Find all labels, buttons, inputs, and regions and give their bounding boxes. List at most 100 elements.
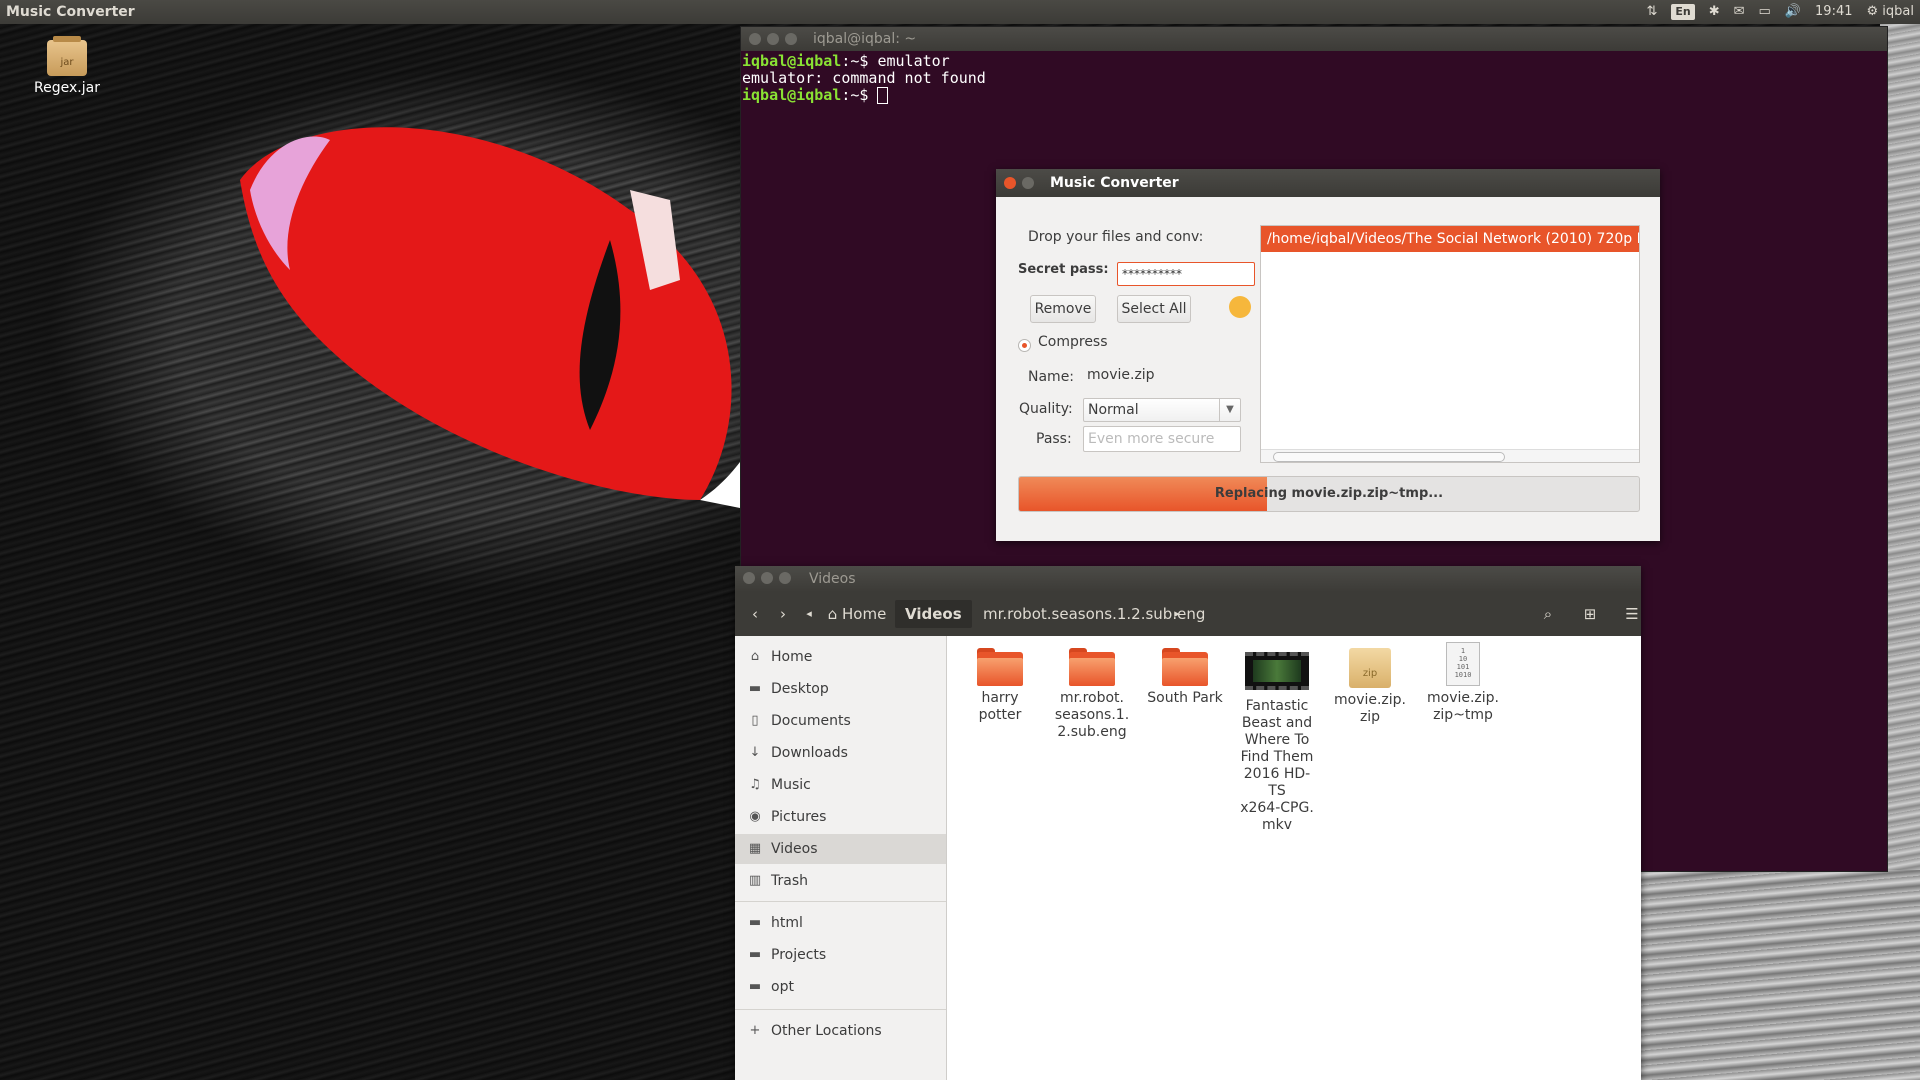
path-right-icon[interactable]: ▸ <box>1167 600 1187 628</box>
files-titlebar[interactable]: Videos <box>735 566 1641 592</box>
sidebar-item-trash[interactable]: ▥ Trash <box>735 866 946 896</box>
quality-label: Quality: <box>1019 401 1073 417</box>
secret-pass-label: Secret pass: <box>1018 262 1109 277</box>
file-item-fantastic-beast[interactable]: Fantastic Beast and Where To Find Them 2… <box>1236 636 1318 834</box>
trash-icon: ▥ <box>748 873 762 888</box>
breadcrumb-home[interactable]: ⌂ Home <box>821 600 893 628</box>
progress-label: Replacing movie.zip.zip~tmp... <box>1214 486 1444 501</box>
file-item-movie-zip-zip[interactable]: zip movie.zip. zip <box>1329 636 1411 726</box>
pass-label: Pass: <box>1036 431 1072 447</box>
pass-input[interactable]: Even more secure <box>1083 426 1241 452</box>
close-button[interactable] <box>749 33 761 45</box>
folder-icon: ▬ <box>748 681 762 696</box>
file-item-label: Fantastic Beast and Where To Find Them 2… <box>1240 698 1314 833</box>
folder-icon: ▬ <box>748 947 762 962</box>
grid-view-icon[interactable]: ⊞ <box>1575 600 1605 628</box>
files-window[interactable]: Videos ‹ › ◂ ⌂ Home Videos mr.robot.seas… <box>735 566 1641 1080</box>
terminal-cursor <box>877 87 889 104</box>
minimize-button[interactable] <box>767 33 779 45</box>
text-file-icon: 1 10 101 1010 <box>1446 642 1480 686</box>
close-button[interactable] <box>1004 177 1016 189</box>
camera-icon: ◉ <box>749 809 761 824</box>
list-item[interactable]: /home/iqbal/Videos/The Social Network (2… <box>1261 226 1639 252</box>
chevron-down-icon[interactable]: ▼ <box>1219 399 1240 421</box>
sidebar-item-music[interactable]: ♫ Music <box>735 770 946 800</box>
file-item-mr-robot[interactable]: mr.robot. seasons.1. 2.sub.eng <box>1051 636 1133 741</box>
terminal-output[interactable]: iqbal@iqbal:~$ emulator emulator: comman… <box>741 51 1887 106</box>
document-icon: ▯ <box>751 713 759 728</box>
back-icon[interactable]: ‹ <box>741 600 769 628</box>
terminal-title: iqbal@iqbal: ~ <box>813 31 917 47</box>
terminal-titlebar[interactable]: iqbal@iqbal: ~ <box>741 27 1887 51</box>
maximize-button[interactable] <box>779 572 791 584</box>
mail-icon[interactable]: ✉ <box>1734 0 1745 24</box>
folder-icon <box>977 648 1023 686</box>
zip-archive-icon: zip <box>1349 648 1391 688</box>
converter-title: Music Converter <box>1050 175 1179 191</box>
terminal-line: iqbal@iqbal:~$ <box>742 87 1886 104</box>
file-item-label: South Park <box>1147 690 1223 706</box>
name-value[interactable]: movie.zip <box>1087 367 1155 383</box>
breadcrumb-videos[interactable]: Videos <box>895 600 972 628</box>
jar-file-icon: jar <box>47 36 87 76</box>
file-item-south-park[interactable]: South Park <box>1144 636 1226 707</box>
scrollbar-thumb[interactable] <box>1273 452 1505 462</box>
horizontal-scrollbar[interactable] <box>1261 449 1639 462</box>
sidebar-item-videos[interactable]: ▦ Videos <box>735 834 946 864</box>
forward-icon[interactable]: › <box>769 600 797 628</box>
video-thumbnail-icon <box>1245 652 1309 690</box>
remove-button[interactable]: Remove <box>1030 295 1096 323</box>
minimize-button[interactable] <box>1022 177 1034 189</box>
close-button[interactable] <box>743 572 755 584</box>
sidebar-item-opt[interactable]: ▬ opt <box>735 972 946 1002</box>
file-item-movie-zip-zip-tmp[interactable]: 1 10 101 1010 movie.zip. zip~tmp <box>1422 636 1504 724</box>
compress-radio[interactable] <box>1018 339 1031 352</box>
sidebar-item-home[interactable]: ⌂ Home <box>735 642 946 672</box>
network-icon[interactable]: ⇅ <box>1646 0 1657 24</box>
secret-pass-input[interactable]: ********** <box>1117 262 1255 286</box>
plus-icon: + <box>749 1023 761 1038</box>
keyboard-layout-indicator[interactable]: En <box>1671 4 1695 20</box>
quality-select[interactable]: Normal ▼ <box>1083 398 1241 422</box>
sidebar-item-pictures[interactable]: ◉ Pictures <box>735 802 946 832</box>
path-left-icon[interactable]: ◂ <box>799 600 819 628</box>
files-toolbar: ‹ › ◂ ⌂ Home Videos mr.robot.seasons.1.2… <box>735 592 1641 636</box>
file-item-label: harry potter <box>978 690 1022 723</box>
file-list[interactable]: /home/iqbal/Videos/The Social Network (2… <box>1260 225 1640 463</box>
volume-icon[interactable]: 🔊 <box>1785 0 1801 24</box>
converter-titlebar[interactable]: Music Converter <box>996 169 1660 197</box>
minimize-button[interactable] <box>761 572 773 584</box>
file-item-label: movie.zip. zip~tmp <box>1426 690 1500 723</box>
clock[interactable]: 19:41 <box>1815 0 1852 24</box>
maximize-button[interactable] <box>785 33 797 45</box>
name-label: Name: <box>1028 369 1075 385</box>
sidebar-item-projects[interactable]: ▬ Projects <box>735 940 946 970</box>
desktop-icon-regex-jar[interactable]: jar Regex.jar <box>30 36 104 96</box>
drop-label: Drop your files and conv: <box>1028 229 1204 245</box>
folder-icon <box>1069 648 1115 686</box>
folder-icon: ▬ <box>748 979 762 994</box>
search-icon[interactable]: ⌕ <box>1533 600 1563 628</box>
menu-icon[interactable]: ☰ <box>1617 600 1647 628</box>
sidebar-item-other-locations[interactable]: + Other Locations <box>735 1016 946 1046</box>
top-panel: Music Converter ⇅ En ✱ ✉ ▭ 🔊 19:41 ⚙ iqb… <box>0 0 1920 24</box>
bluetooth-icon[interactable]: ✱ <box>1709 0 1720 24</box>
file-item-label: mr.robot. seasons.1. 2.sub.eng <box>1054 690 1130 740</box>
breadcrumb-mr-robot[interactable]: mr.robot.seasons.1.2.sub.eng <box>983 600 1205 628</box>
sidebar-item-html[interactable]: ▬ html <box>735 908 946 938</box>
folder-icon: ▬ <box>748 915 762 930</box>
sidebar-item-desktop[interactable]: ▬ Desktop <box>735 674 946 704</box>
sidebar-item-downloads[interactable]: ↓ Downloads <box>735 738 946 768</box>
select-all-button[interactable]: Select All <box>1117 295 1191 323</box>
session-menu[interactable]: ⚙ iqbal <box>1867 0 1915 24</box>
video-icon: ▦ <box>748 841 762 856</box>
sidebar-divider <box>735 1009 946 1010</box>
progress-bar: Replacing movie.zip.zip~tmp... <box>1018 476 1640 512</box>
sidebar-item-documents[interactable]: ▯ Documents <box>735 706 946 736</box>
quality-value: Normal <box>1088 402 1139 418</box>
file-item-harry-potter[interactable]: harry potter <box>959 636 1041 724</box>
home-icon: ⌂ <box>750 649 760 664</box>
music-converter-window[interactable]: Music Converter Drop your files and conv… <box>996 169 1660 541</box>
battery-icon[interactable]: ▭ <box>1759 0 1771 24</box>
session-user: iqbal <box>1882 4 1914 19</box>
